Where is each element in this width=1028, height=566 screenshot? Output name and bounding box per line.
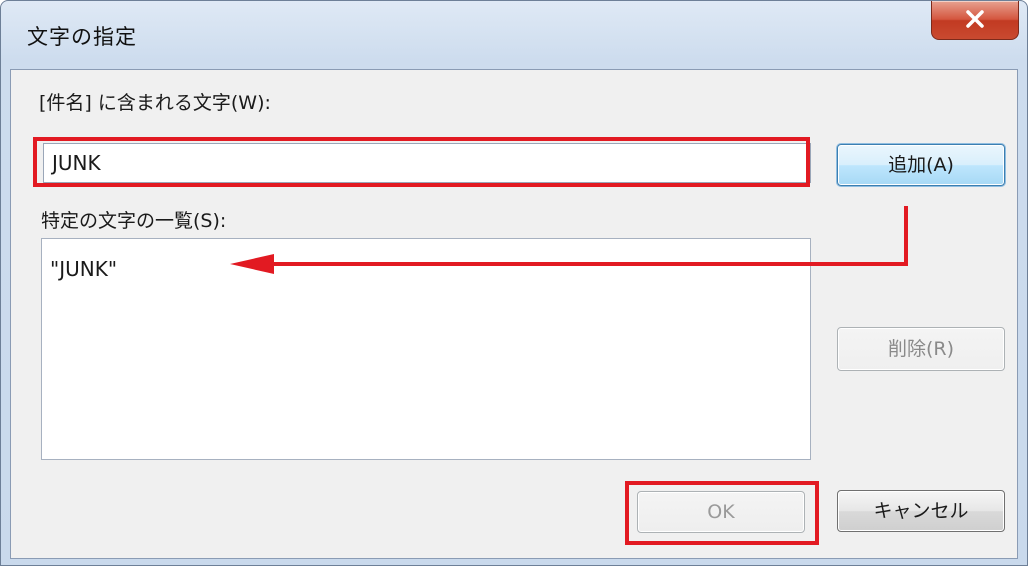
close-button[interactable] [931,1,1019,40]
close-icon [966,10,984,28]
list-label: 特定の文字の一覧(S): [41,210,227,232]
add-button[interactable]: 追加(A) [837,144,1005,186]
dialog-title: 文字の指定 [27,25,137,49]
title-bar[interactable]: 文字の指定 [1,1,1027,69]
list-item[interactable]: "JUNK" [50,257,117,281]
characters-list[interactable]: "JUNK" [41,238,811,460]
cancel-button[interactable]: キャンセル [837,490,1005,532]
ok-button[interactable]: OK [637,491,805,533]
dialog-window: 文字の指定 [件名] に含まれる文字(W): JUNK 追加(A) 特定の文字の… [0,0,1028,566]
characters-input[interactable]: JUNK [43,143,811,183]
delete-button[interactable]: 削除(R) [837,327,1005,371]
input-label: [件名] に含まれる文字(W): [39,92,271,114]
dialog-client-area: [件名] に含まれる文字(W): JUNK 追加(A) 特定の文字の一覧(S):… [10,69,1018,559]
